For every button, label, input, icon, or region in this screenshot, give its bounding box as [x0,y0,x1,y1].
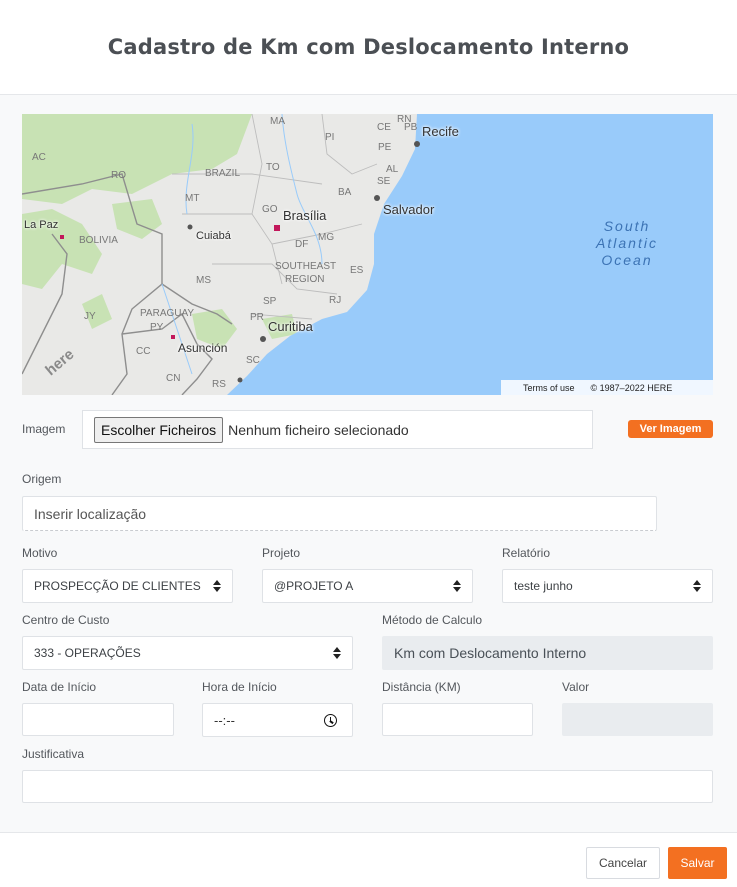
map-state-label: PR [250,312,264,323]
map[interactable]: PI CE PE AL SE PB RN MA AC RO BRAZIL TO … [22,114,713,395]
ocean-label: South Atlantic Ocean [596,218,658,268]
map-city-label: Cuiabá [196,230,231,242]
map-state-label: SP [263,296,277,307]
map-state-label: MG [318,232,335,243]
map-state-label: MS [196,275,211,286]
hora-inicio-label: Hora de Início [202,680,277,694]
centro-custo-label: Centro de Custo [22,613,110,627]
distancia-label: Distância (KM) [382,680,461,694]
clock-icon[interactable] [324,714,337,727]
map-city-label: Brasília [283,208,327,223]
map-state-label: SOUTHEAST [275,261,337,272]
map-city-label: Recife [422,124,459,139]
valor-label: Valor [562,680,590,694]
projeto-select[interactable]: @PROJETO A [262,569,473,603]
map-state-label: RN [397,114,412,125]
map-state-label: GO [262,204,278,215]
map-state-label: AL [386,164,399,175]
map-state-label: CN [166,373,181,384]
map-state-label: RJ [329,295,342,306]
map-state-label: PARAGUAY [140,308,195,319]
map-state-label: BOLIVIA [79,235,118,246]
map-state-label: MT [185,193,200,204]
map-state-label: AC [32,152,46,163]
map-state-label: JY [84,311,96,322]
map-state-label: TO [266,162,280,173]
map-state-label: SE [377,176,391,187]
map-state-label: SC [246,355,260,366]
choose-file-button[interactable]: Escolher Ficheiros [94,416,224,443]
map-city-label: Asunción [178,341,228,355]
select-arrows-icon [333,646,341,660]
metodo-calculo-field: Km com Deslocamento Interno [382,636,713,670]
modal-header: Cadastro de Km com Deslocamento Interno [0,0,737,95]
save-button[interactable]: Salvar [668,847,727,879]
distancia-input[interactable] [382,703,533,736]
map-city-label: Curitiba [268,319,313,334]
select-arrows-icon [453,579,461,593]
map-state-label: RO [111,170,126,181]
motivo-label: Motivo [22,546,58,560]
map-copyright: © 1987–2022 HERE [590,382,673,393]
centro-custo-select[interactable]: 333 - OPERAÇÕES [22,636,353,670]
relatorio-value: teste junho [514,579,573,593]
map-state-label: PI [325,132,335,143]
projeto-value: @PROJETO A [274,579,354,593]
cancel-button[interactable]: Cancelar [586,847,660,879]
map-city-label: La Paz [24,219,59,231]
map-city-label: Salvador [383,202,435,217]
data-inicio-label: Data de Início [22,680,97,694]
map-state-label: BRAZIL [205,168,241,179]
view-image-button[interactable]: Ver Imagem [628,420,713,438]
origem-input[interactable]: Inserir localização [22,496,657,531]
map-state-label: PE [378,142,392,153]
map-attribution: Terms of use © 1987–2022 HERE [501,380,713,395]
map-state-label: BA [338,187,352,198]
justificativa-input[interactable] [22,770,713,803]
file-status: Nenhum ficheiro selecionado [228,421,409,438]
metodo-calculo-label: Método de Calculo [382,613,483,627]
map-state-label: DF [295,239,309,250]
origem-placeholder: Inserir localização [34,505,147,522]
map-state-label: REGION [285,274,325,285]
select-arrows-icon [693,579,701,593]
map-state-label: CE [377,122,391,133]
map-state-label: ES [350,265,364,276]
valor-field [562,703,713,736]
hora-inicio-input[interactable]: --:-- [202,703,353,737]
map-state-label: CC [136,346,151,357]
centro-custo-value: 333 - OPERAÇÕES [34,646,141,660]
map-state-label: RS [212,379,226,390]
motivo-value: PROSPECÇÃO DE CLIENTES [34,579,201,593]
relatorio-label: Relatório [502,546,551,560]
terms-of-use-link[interactable]: Terms of use [523,383,575,393]
map-state-label: PY [150,322,164,333]
origem-label: Origem [22,472,62,486]
imagem-label: Imagem [22,422,66,436]
metodo-calculo-value: Km com Deslocamento Interno [394,645,587,661]
motivo-select[interactable]: PROSPECÇÃO DE CLIENTES [22,569,233,603]
hora-inicio-value: --:-- [214,712,235,728]
projeto-label: Projeto [262,546,301,560]
relatorio-select[interactable]: teste junho [502,569,713,603]
data-inicio-input[interactable] [22,703,174,736]
file-input[interactable]: Escolher Ficheiros Nenhum ficheiro selec… [82,410,593,449]
justificativa-label: Justificativa [22,747,85,761]
modal-title: Cadastro de Km com Deslocamento Interno [107,35,630,59]
map-state-label: MA [270,116,285,127]
select-arrows-icon [213,579,221,593]
